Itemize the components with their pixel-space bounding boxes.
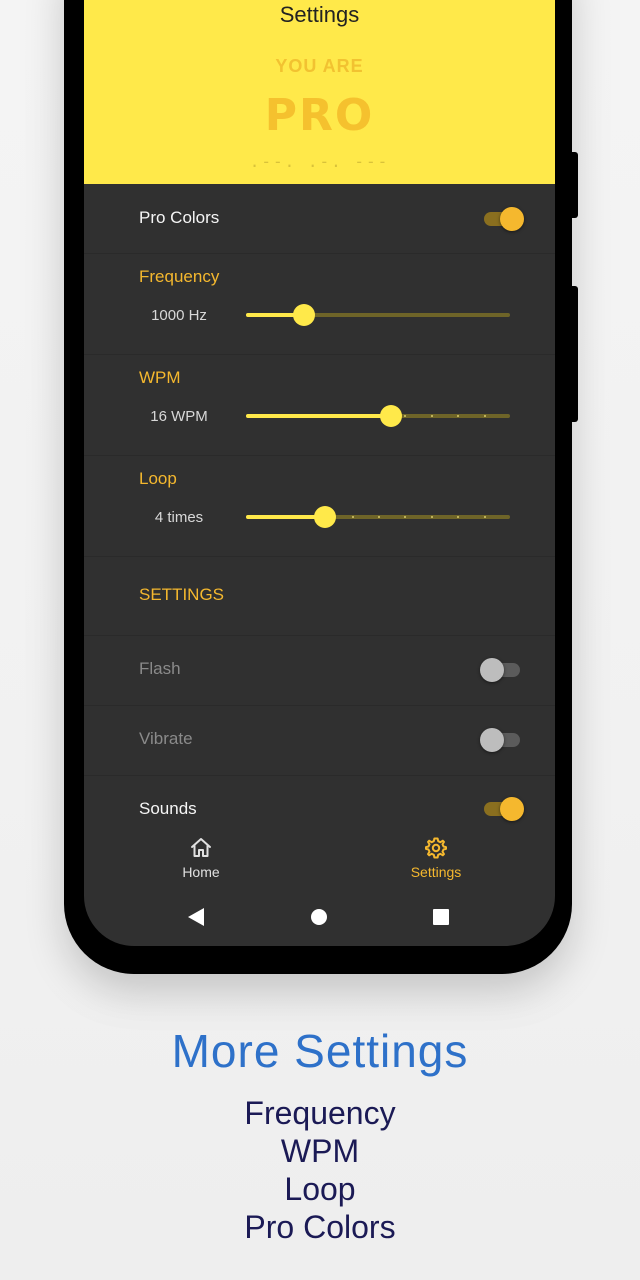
flash-row: Flash bbox=[84, 636, 555, 706]
loop-value: 4 times bbox=[154, 509, 204, 526]
slider-thumb[interactable] bbox=[293, 304, 316, 326]
phone-screen: Settings YOU ARE PRO .--. .-. --- Pro Co… bbox=[84, 0, 555, 946]
wpm-value: 16 WPM bbox=[150, 408, 208, 425]
gear-icon bbox=[425, 837, 447, 859]
toggle-knob bbox=[480, 658, 504, 682]
frequency-value: 1000 Hz bbox=[151, 307, 207, 324]
slider-fill bbox=[246, 414, 392, 418]
home-button-icon[interactable] bbox=[311, 909, 327, 925]
bottom-navigation: Home Settings bbox=[84, 828, 555, 890]
settings-section-title: SETTINGS bbox=[139, 585, 225, 604]
back-icon[interactable] bbox=[188, 908, 204, 926]
slider-thumb[interactable] bbox=[380, 405, 403, 427]
frequency-label: Frequency bbox=[139, 267, 220, 286]
wpm-slider[interactable] bbox=[246, 404, 510, 428]
loop-slider[interactable] bbox=[246, 505, 510, 529]
frequency-row: Frequency 1000 Hz bbox=[84, 254, 555, 355]
slider-tick bbox=[430, 415, 433, 417]
slider-tick bbox=[378, 516, 380, 518]
home-icon bbox=[191, 838, 211, 857]
nav-home-label: Home bbox=[182, 864, 220, 880]
slider-thumb[interactable] bbox=[314, 506, 337, 528]
caption-line: Frequency bbox=[244, 1095, 396, 1131]
sounds-row: Sounds bbox=[84, 776, 555, 836]
phone-side-button bbox=[572, 152, 578, 218]
toggle-knob bbox=[500, 207, 524, 231]
pro-badge-line1: YOU ARE bbox=[275, 56, 364, 76]
flash-toggle[interactable] bbox=[480, 656, 524, 684]
phone-side-button bbox=[572, 286, 578, 422]
morse-code-text: .--. .-. --- bbox=[249, 152, 390, 171]
caption-feature-list: Frequency WPM Loop Pro Colors bbox=[0, 1094, 640, 1246]
page-title: Settings bbox=[279, 2, 360, 27]
wpm-label: WPM bbox=[139, 368, 181, 387]
slider-tick bbox=[483, 516, 486, 518]
frequency-slider[interactable] bbox=[246, 303, 510, 327]
vibrate-row: Vibrate bbox=[84, 706, 555, 776]
flash-label: Flash bbox=[139, 659, 181, 678]
sounds-toggle[interactable] bbox=[482, 795, 526, 823]
slider-tick bbox=[430, 516, 433, 518]
caption-line: Pro Colors bbox=[244, 1209, 396, 1245]
sounds-label: Sounds bbox=[139, 799, 197, 818]
loop-row: Loop 4 times bbox=[84, 456, 555, 557]
settings-section-header: SETTINGS bbox=[84, 557, 555, 636]
pro-colors-toggle[interactable] bbox=[482, 205, 526, 233]
loop-label: Loop bbox=[139, 469, 177, 488]
recents-icon[interactable] bbox=[433, 909, 449, 925]
caption-line: Loop bbox=[284, 1171, 356, 1207]
nav-settings-label: Settings bbox=[410, 864, 462, 880]
pro-colors-label: Pro Colors bbox=[139, 208, 220, 227]
nav-settings[interactable]: Settings bbox=[386, 836, 486, 880]
slider-tick bbox=[483, 415, 486, 417]
toggle-knob bbox=[480, 728, 504, 752]
vibrate-toggle[interactable] bbox=[480, 726, 524, 754]
system-navigation-bar bbox=[84, 890, 555, 946]
vibrate-label: Vibrate bbox=[139, 729, 193, 748]
pro-badge-line2: PRO bbox=[264, 90, 375, 141]
wpm-row: WPM 16 WPM bbox=[84, 355, 555, 456]
nav-home[interactable]: Home bbox=[151, 836, 251, 880]
toggle-knob bbox=[500, 797, 524, 821]
pro-header: Settings YOU ARE PRO .--. .-. --- bbox=[84, 0, 555, 184]
caption-title: More Settings bbox=[171, 1025, 469, 1077]
caption-line: WPM bbox=[280, 1133, 360, 1169]
slider-tick bbox=[351, 516, 354, 518]
pro-colors-row: Pro Colors bbox=[84, 184, 555, 254]
